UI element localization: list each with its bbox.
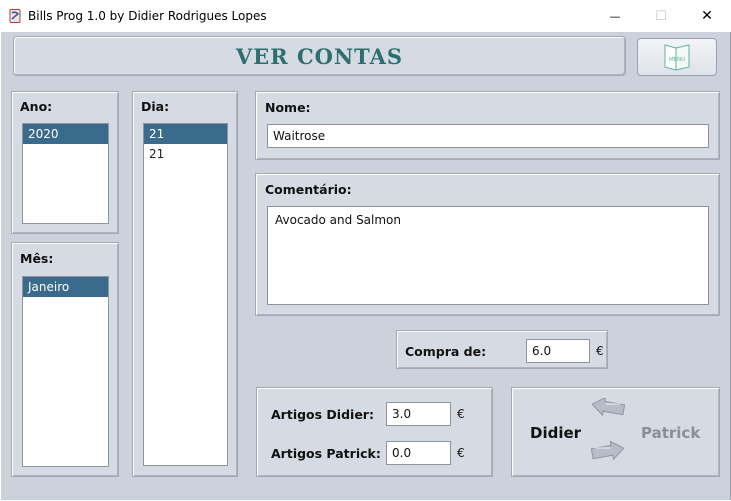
- client-area: VER CONTAS MENU Ano: 2020 Mês: Janeiro D…: [1, 32, 731, 500]
- header-bar: VER CONTAS: [13, 36, 626, 76]
- didier-name: Didier: [530, 424, 582, 442]
- list-item[interactable]: 2020: [23, 124, 108, 144]
- ano-list[interactable]: 2020: [22, 123, 109, 224]
- list-item[interactable]: 21: [144, 144, 227, 164]
- dia-panel: Dia: 21 21: [132, 91, 238, 477]
- list-item[interactable]: Janeiro: [23, 277, 108, 297]
- mes-panel: Mês: Janeiro: [11, 242, 119, 477]
- comentario-textarea[interactable]: Avocado and Salmon: [267, 206, 709, 305]
- dia-list[interactable]: 21 21: [143, 123, 228, 466]
- close-icon: ✕: [701, 8, 713, 24]
- minimize-icon: —: [609, 9, 621, 23]
- mes-list[interactable]: Janeiro: [22, 276, 109, 467]
- nome-label: Nome:: [265, 100, 311, 115]
- list-item[interactable]: 21: [144, 124, 227, 144]
- artigos-panel: Artigos Didier: 3.0 € Artigos Patrick: 0…: [256, 387, 493, 477]
- close-button[interactable]: ✕: [684, 0, 730, 32]
- artigos-patrick-currency: €: [457, 446, 465, 460]
- window-title: Bills Prog 1.0 by Didier Rodrigues Lopes: [28, 9, 267, 23]
- nome-panel: Nome: Waitrose: [255, 91, 720, 160]
- ano-label: Ano:: [20, 99, 53, 114]
- menu-button[interactable]: MENU: [637, 38, 717, 76]
- arrow-left-icon[interactable]: [590, 398, 626, 420]
- app-icon: [9, 9, 21, 23]
- comentario-panel: Comentário: Avocado and Salmon: [255, 173, 720, 316]
- transfer-panel: Didier Patrick: [511, 387, 720, 477]
- mes-label: Mês:: [20, 251, 54, 266]
- page-title: VER CONTAS: [235, 43, 404, 69]
- artigos-didier-currency: €: [457, 407, 465, 421]
- dia-label: Dia:: [141, 99, 170, 114]
- artigos-patrick-label: Artigos Patrick:: [271, 446, 381, 461]
- artigos-didier-label: Artigos Didier:: [271, 407, 374, 422]
- compra-label: Compra de:: [405, 344, 487, 359]
- window-titlebar[interactable]: Bills Prog 1.0 by Didier Rodrigues Lopes…: [0, 0, 731, 32]
- compra-currency: €: [596, 344, 604, 358]
- maximize-icon: ☐: [655, 8, 667, 24]
- artigos-patrick-input[interactable]: 0.0: [386, 441, 451, 465]
- maximize-button[interactable]: ☐: [638, 0, 684, 32]
- comentario-label: Comentário:: [265, 182, 352, 197]
- menu-label: MENU: [669, 57, 685, 63]
- compra-input[interactable]: 6.0: [526, 339, 590, 363]
- compra-panel: Compra de: 6.0 €: [396, 330, 608, 369]
- arrow-right-icon[interactable]: [590, 438, 626, 460]
- artigos-didier-input[interactable]: 3.0: [386, 402, 451, 426]
- ano-panel: Ano: 2020: [11, 91, 119, 234]
- patrick-name: Patrick: [641, 424, 701, 442]
- menu-book-icon: MENU: [664, 44, 690, 71]
- minimize-button[interactable]: —: [592, 0, 638, 32]
- nome-input[interactable]: Waitrose: [267, 124, 709, 148]
